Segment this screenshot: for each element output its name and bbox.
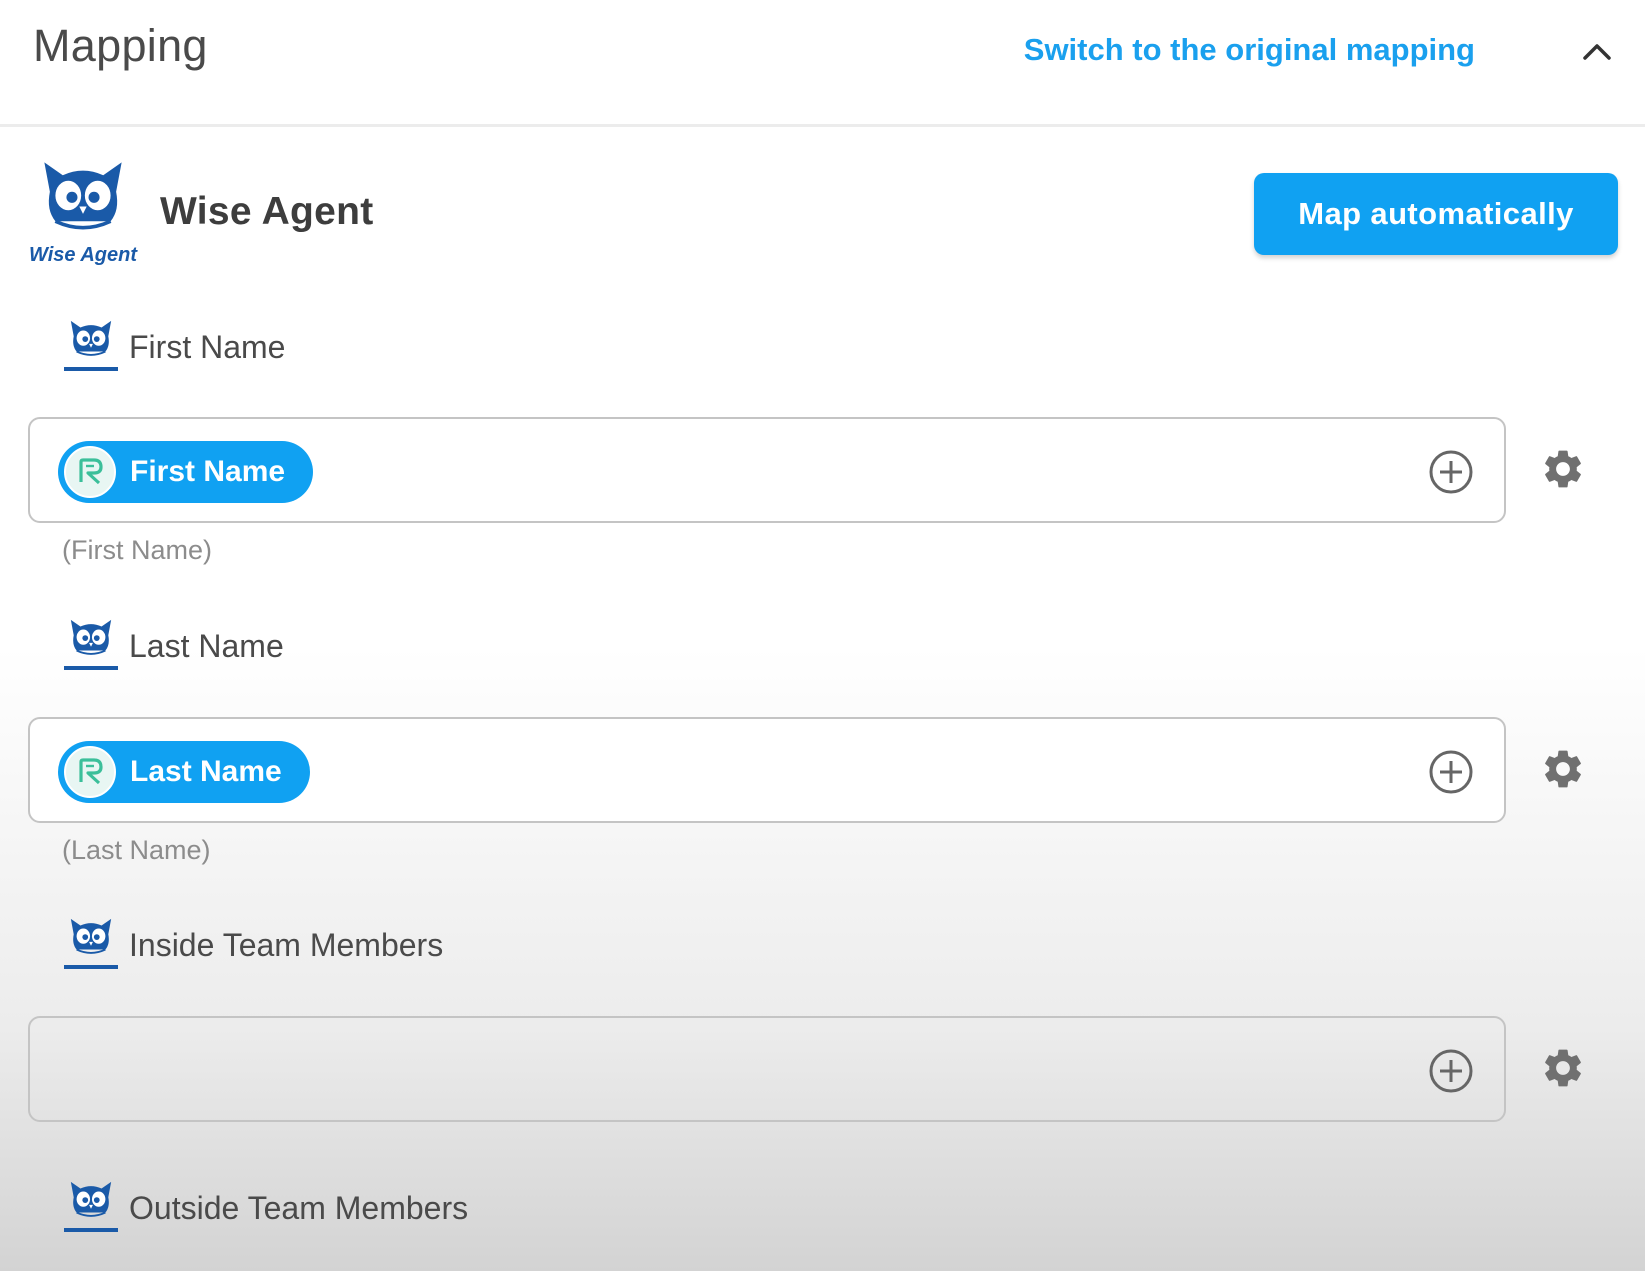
map-automatically-button[interactable]: Map automatically — [1254, 173, 1618, 255]
wise-agent-logo-icon — [64, 1180, 118, 1232]
wise-agent-logo-icon — [64, 319, 118, 371]
source-app-icon — [64, 746, 116, 798]
chip-label: First Name — [130, 455, 286, 488]
mapping-input-first-name[interactable]: First Name — [28, 417, 1506, 523]
field-label-text: Outside Team Members — [129, 1190, 469, 1226]
plus-circle-icon[interactable] — [1428, 1048, 1474, 1094]
plus-circle-icon[interactable] — [1428, 749, 1474, 795]
mapped-field-chip[interactable]: First Name — [58, 441, 314, 503]
mapping-input-last-name[interactable]: Last Name — [28, 717, 1506, 823]
switch-to-original-mapping-link[interactable]: Switch to the original mapping — [1024, 32, 1475, 68]
field-label-text: First Name — [129, 329, 286, 365]
field-hint: (First Name) — [62, 535, 212, 565]
mapping-header: Mapping Switch to the original mapping — [0, 0, 1645, 127]
wise-agent-logo-icon: Wise Agent — [29, 155, 138, 266]
page-title: Mapping — [33, 20, 208, 71]
mapped-field-chip[interactable]: Last Name — [58, 741, 310, 803]
field-hint: (Last Name) — [62, 835, 211, 865]
mapping-input-inside-team-members[interactable] — [28, 1016, 1506, 1122]
gear-icon[interactable] — [1540, 1045, 1586, 1091]
app-name: Wise Agent — [160, 190, 374, 233]
source-app-icon — [64, 446, 116, 498]
wise-agent-logo-icon — [64, 917, 118, 969]
wise-agent-logo-icon — [64, 618, 118, 670]
chip-label: Last Name — [130, 755, 282, 788]
gear-icon[interactable] — [1540, 446, 1586, 492]
gear-icon[interactable] — [1540, 746, 1586, 792]
chevron-up-icon[interactable] — [1575, 34, 1619, 68]
mapping-content: Wise Agent Wise Agent Map automatically … — [0, 127, 1645, 1271]
field-label-text: Inside Team Members — [129, 927, 444, 963]
field-label-text: Last Name — [129, 628, 284, 664]
plus-circle-icon[interactable] — [1428, 449, 1474, 495]
logo-text: Wise Agent — [29, 244, 138, 266]
